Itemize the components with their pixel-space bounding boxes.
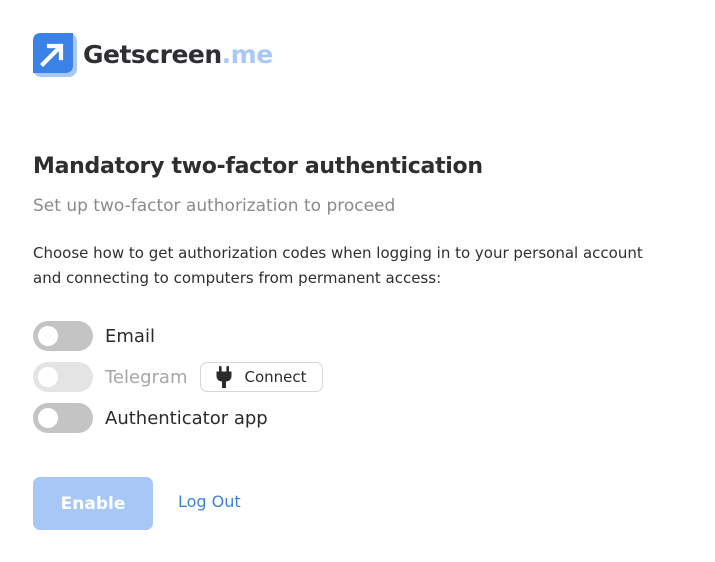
email-toggle[interactable] bbox=[33, 321, 93, 351]
logo-text: Getscreen.me bbox=[83, 33, 273, 77]
arrow-up-right-icon bbox=[33, 33, 77, 77]
page-subtitle: Set up two-factor authorization to proce… bbox=[33, 196, 396, 216]
method-row-authenticator: Authenticator app bbox=[33, 402, 268, 434]
telegram-label: Telegram bbox=[105, 366, 188, 388]
telegram-connect-button[interactable]: Connect bbox=[200, 362, 323, 392]
plug-icon bbox=[215, 366, 233, 388]
toggle-knob bbox=[38, 367, 58, 387]
logo-brand: Getscreen bbox=[83, 40, 222, 69]
method-row-email: Email bbox=[33, 320, 155, 352]
authenticator-label: Authenticator app bbox=[105, 407, 268, 429]
enable-button[interactable]: Enable bbox=[33, 477, 153, 530]
logout-link[interactable]: Log Out bbox=[178, 492, 241, 511]
connect-label: Connect bbox=[244, 368, 307, 386]
logo-tld: .me bbox=[221, 40, 274, 69]
authenticator-toggle[interactable] bbox=[33, 403, 93, 433]
description-text: Choose how to get authorization codes wh… bbox=[33, 244, 643, 287]
page-title: Mandatory two-factor authentication bbox=[33, 154, 483, 179]
toggle-knob bbox=[38, 326, 58, 346]
method-row-telegram: Telegram Connect bbox=[33, 361, 323, 393]
telegram-toggle bbox=[33, 362, 93, 392]
email-label: Email bbox=[105, 325, 155, 347]
logo: Getscreen.me bbox=[33, 33, 273, 77]
toggle-knob bbox=[38, 408, 58, 428]
